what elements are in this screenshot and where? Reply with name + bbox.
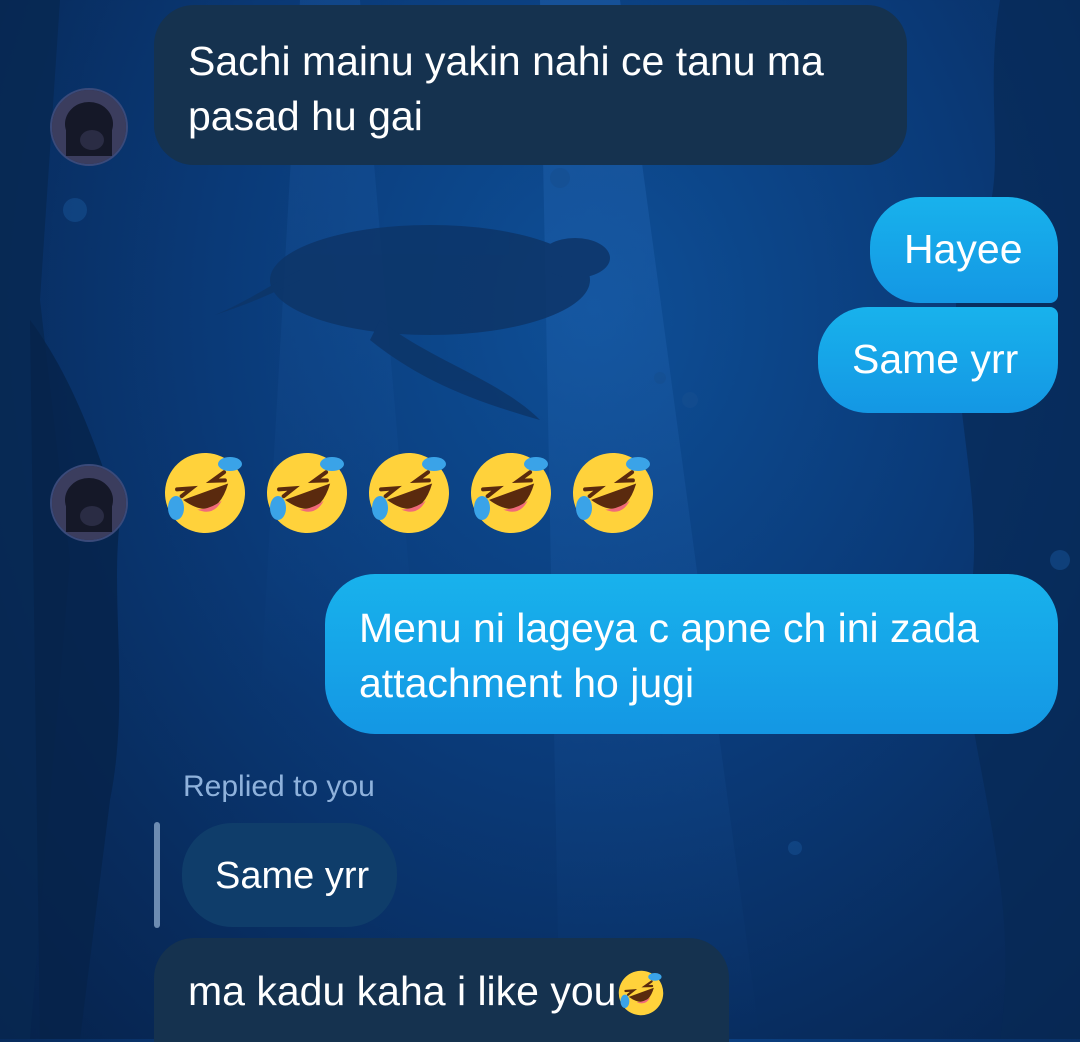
message-text: Sachi mainu yakin nahi ce tanu ma — [188, 38, 824, 84]
message-bubble-outgoing[interactable]: Same yrr — [818, 307, 1058, 413]
message-text: ma kadu kaha i like you — [188, 968, 617, 1014]
message-text: Same yrr — [852, 336, 1019, 382]
rolling-on-floor-laughing-emoji-icon — [471, 453, 551, 533]
message-text: Menu ni lageya c apne ch ini zada — [359, 605, 979, 651]
message-bubble-outgoing[interactable]: Menu ni lageya c apne ch ini zada attach… — [325, 574, 1058, 734]
message-bubble-incoming[interactable]: Sachi mainu yakin nahi ce tanu ma pasad … — [154, 5, 907, 165]
avatar[interactable] — [50, 464, 128, 542]
quoted-message-bubble[interactable]: Same yrr — [182, 823, 397, 927]
avatar-image — [52, 466, 126, 540]
emoji-message[interactable] — [160, 448, 658, 542]
rolling-on-floor-laughing-emoji-icon — [573, 453, 653, 533]
quoted-message-text: Same yrr — [215, 855, 370, 897]
rolling-on-floor-laughing-emoji-icon — [619, 970, 664, 1016]
message-text: pasad hu gai — [188, 93, 423, 139]
rolling-on-floor-laughing-emoji-icon — [369, 453, 449, 533]
avatar[interactable] — [50, 88, 128, 166]
message-bubble-incoming[interactable]: ma kadu kaha i like you — [154, 938, 729, 1042]
message-text: attachment ho jugi — [359, 660, 695, 706]
reply-label: Replied to you — [183, 770, 375, 803]
reply-indicator-bar — [154, 822, 160, 928]
message-text: Hayee — [904, 226, 1023, 272]
avatar-image — [52, 90, 126, 164]
rolling-on-floor-laughing-emoji-icon — [267, 453, 347, 533]
message-bubble-outgoing[interactable]: Hayee — [870, 197, 1058, 303]
rolling-on-floor-laughing-emoji-icon — [165, 453, 245, 533]
